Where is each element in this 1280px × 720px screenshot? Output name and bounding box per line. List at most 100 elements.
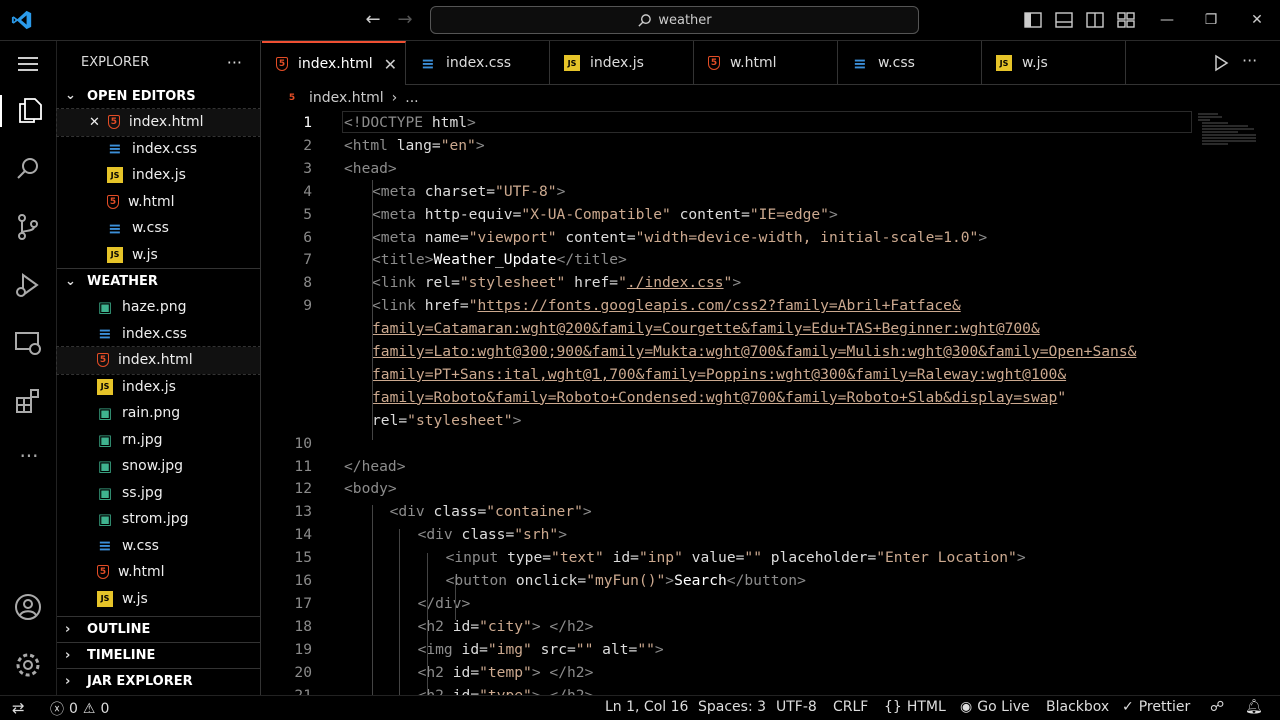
code-line[interactable]: family=PT+Sans:ital,wght@1,700&family=Po… <box>372 363 1066 386</box>
image-file-icon: ▣ <box>97 457 113 476</box>
prettier-button[interactable]: ✓ Prettier <box>1122 699 1190 715</box>
code-line[interactable]: rel="stylesheet"> <box>372 409 521 432</box>
file-tree-item[interactable]: ▣ rain.png <box>57 400 260 427</box>
code-line[interactable]: </div> <box>400 592 471 615</box>
restore-icon[interactable]: ❐ <box>1196 8 1226 32</box>
jar-explorer-section[interactable]: › JAR EXPLORER <box>57 668 260 694</box>
code-line[interactable]: <meta name="viewport" content="width=dev… <box>372 226 987 249</box>
code-line[interactable]: <button onclick="myFun()">Search</button… <box>428 569 806 592</box>
code-line[interactable]: <meta charset="UTF-8"> <box>372 180 565 203</box>
menu-icon[interactable] <box>13 49 45 81</box>
open-editors-section[interactable]: ⌄ OPEN EDITORS <box>57 83 260 109</box>
open-editor-item[interactable]: JS w.js <box>57 242 260 269</box>
go-live-button[interactable]: ◉ Go Live <box>960 699 1030 715</box>
accounts-icon[interactable] <box>13 592 45 624</box>
code-line[interactable]: <!DOCTYPE html> <box>344 111 476 134</box>
editor-tab[interactable]: 5 w.html <box>694 41 838 85</box>
run-icon[interactable] <box>1211 53 1231 73</box>
code-line[interactable]: <meta http-equiv="X-UA-Compatible" conte… <box>372 203 838 226</box>
file-tree-item[interactable]: ▣ rn.jpg <box>57 427 260 454</box>
code-line[interactable]: <link href="https://fonts.googleapis.com… <box>372 294 961 317</box>
check-icon: ✓ <box>1122 699 1134 715</box>
editor-tab[interactable]: ≡ w.css <box>838 41 982 85</box>
minimap[interactable] <box>1198 112 1256 146</box>
code-line[interactable]: <img id="img" src="" alt=""> <box>400 638 664 661</box>
run-debug-icon[interactable] <box>13 270 45 302</box>
open-editor-item[interactable]: JS index.js <box>57 162 260 189</box>
settings-gear-icon[interactable] <box>13 650 45 682</box>
toggle-panel-icon[interactable] <box>1054 10 1074 30</box>
editor-tab[interactable]: ≡ index.css <box>406 41 550 85</box>
remote-explorer-icon[interactable] <box>13 328 45 360</box>
cursor-position[interactable]: Ln 1, Col 16 <box>605 699 688 715</box>
code-line[interactable]: <link rel="stylesheet" href="./index.css… <box>372 271 741 294</box>
code-line[interactable]: family=Roboto&family=Roboto+Condensed:wg… <box>372 386 1066 409</box>
language-mode[interactable]: {} HTML <box>884 699 946 715</box>
breadcrumb-rest[interactable]: ... <box>405 90 418 106</box>
editor-tab[interactable]: 5 index.html ✕ <box>262 41 406 85</box>
weather-folder-section[interactable]: ⌄ WEATHER <box>57 268 260 294</box>
search-icon[interactable] <box>13 154 45 186</box>
indent-guide <box>455 576 456 620</box>
code-line[interactable]: family=Catamaran:wght@200&family=Courget… <box>372 317 1040 340</box>
timeline-section[interactable]: › TIMELINE <box>57 642 260 668</box>
code-line[interactable]: <html lang="en"> <box>344 134 485 157</box>
code-line[interactable]: <head> <box>344 157 397 180</box>
file-tree-item[interactable]: JS w.js <box>57 586 260 613</box>
code-line[interactable]: <h2 id="city"> </h2> <box>400 615 594 638</box>
file-tree-item[interactable]: 5 index.html <box>56 346 261 375</box>
file-tree-item[interactable]: ▣ strom.jpg <box>57 506 260 533</box>
open-editor-item[interactable]: ≡ w.css <box>57 215 260 242</box>
code-line[interactable]: <input type="text" id="inp" value="" pla… <box>428 546 1026 569</box>
source-control-icon[interactable] <box>13 212 45 244</box>
code-line[interactable]: <div class="container"> <box>372 500 592 523</box>
more-views-icon[interactable]: ··· <box>13 444 45 476</box>
encoding[interactable]: UTF-8 <box>776 699 817 715</box>
file-tree-item[interactable]: ▣ snow.jpg <box>57 453 260 480</box>
close-icon[interactable]: ✕ <box>89 115 100 130</box>
code-line[interactable]: <body> <box>344 477 397 500</box>
command-center-search[interactable]: weather <box>430 6 919 34</box>
file-tree-item[interactable]: JS index.js <box>57 374 260 401</box>
back-button[interactable]: ← <box>360 8 386 32</box>
problems-indicator[interactable]: ⓧ 0 ⚠ 0 <box>50 699 109 719</box>
minimize-icon[interactable]: — <box>1152 8 1182 32</box>
extensions-icon[interactable] <box>13 386 45 418</box>
notifications-bell-icon[interactable]: 🔔︎ <box>1245 699 1263 715</box>
outline-section[interactable]: › OUTLINE <box>57 616 260 642</box>
editor-tab[interactable]: JS index.js <box>550 41 694 85</box>
file-tree-item[interactable]: ▣ haze.png <box>57 294 260 321</box>
open-editor-item[interactable]: ✕ 5 index.html <box>56 108 261 137</box>
file-tree-item[interactable]: ▣ ss.jpg <box>57 480 260 507</box>
explorer-icon[interactable] <box>0 95 57 127</box>
toggle-secondary-sidebar-icon[interactable] <box>1085 10 1105 30</box>
breadcrumb-file[interactable]: index.html <box>309 90 384 106</box>
chevron-right-icon: › <box>65 673 71 689</box>
code-line[interactable]: <h2 id="type"> </h2> <box>400 684 594 696</box>
remote-indicator[interactable]: ⇄ <box>12 699 25 717</box>
blackbox-button[interactable]: Blackbox <box>1046 699 1109 715</box>
code-line[interactable]: <div class="srh"> <box>400 523 567 546</box>
code-line[interactable]: <title>Weather_Update</title> <box>372 248 627 271</box>
file-tree-item[interactable]: 5 w.html <box>57 559 260 586</box>
open-editor-item[interactable]: 5 w.html <box>57 189 260 216</box>
js-file-icon: JS <box>97 590 113 607</box>
file-tree-item[interactable]: ≡ w.css <box>57 533 260 560</box>
editor-tab[interactable]: JS w.js <box>982 41 1126 85</box>
close-tab-icon[interactable]: ✕ <box>384 55 397 74</box>
toggle-primary-sidebar-icon[interactable] <box>1023 10 1043 30</box>
forward-button[interactable]: → <box>392 8 418 32</box>
end-of-line[interactable]: CRLF <box>833 699 868 715</box>
code-line[interactable]: </head> <box>344 455 406 478</box>
open-editor-item[interactable]: ≡ index.css <box>57 136 260 163</box>
more-actions-icon[interactable]: ··· <box>1242 51 1257 70</box>
code-line[interactable]: <h2 id="temp"> </h2> <box>400 661 594 684</box>
close-window-icon[interactable]: ✕ <box>1242 8 1272 32</box>
code-line[interactable]: family=Lato:wght@300;900&family=Mukta:wg… <box>372 340 1136 363</box>
file-tree-item[interactable]: ≡ index.css <box>57 321 260 348</box>
indentation[interactable]: Spaces: 3 <box>698 699 766 715</box>
feedback-icon[interactable]: ☍ <box>1210 699 1224 715</box>
explorer-more-button[interactable]: ··· <box>227 53 242 72</box>
customize-layout-icon[interactable] <box>1116 10 1136 30</box>
code-editor[interactable]: 1 <!DOCTYPE html> 2 <html lang="en"> 3 <head>… <box>262 110 1280 695</box>
